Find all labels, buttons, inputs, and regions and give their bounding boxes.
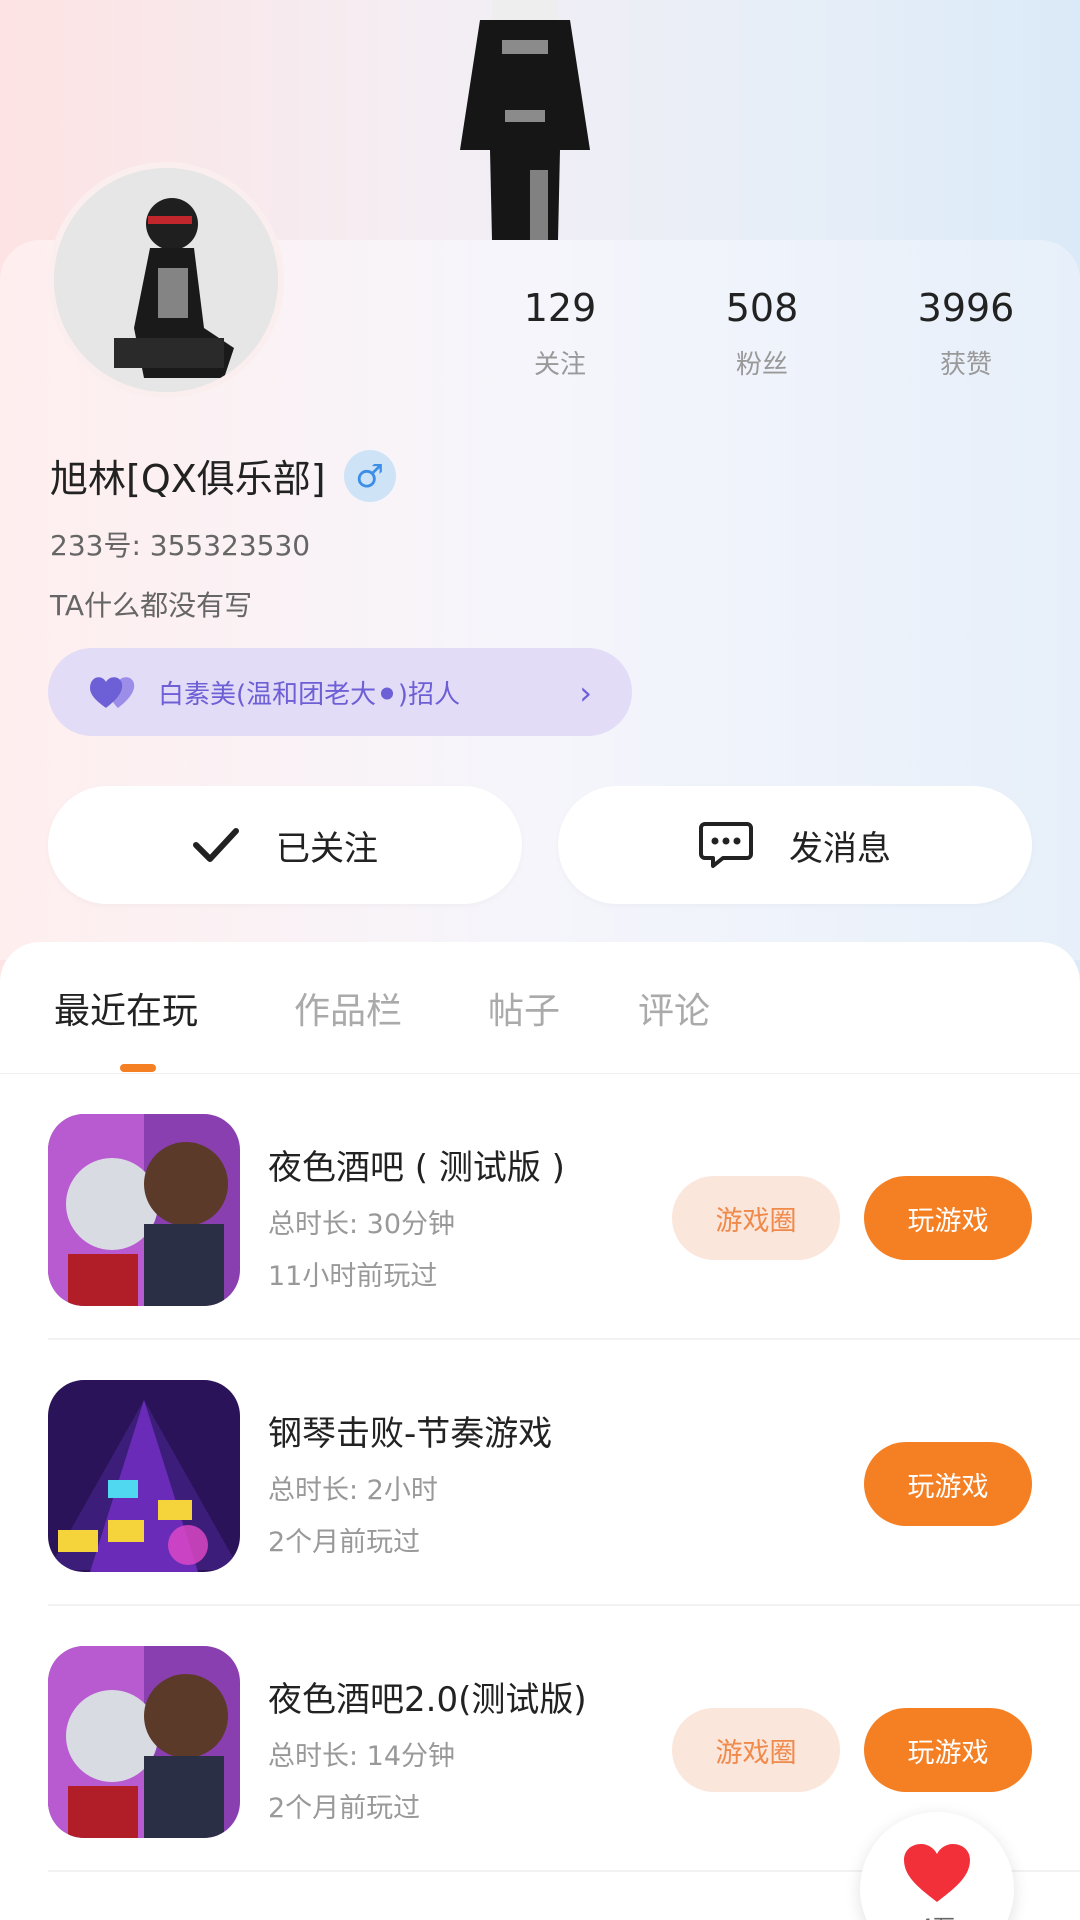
username-row: 旭林[QX俱乐部] ♂ <box>50 448 396 503</box>
game-circle-button[interactable]: 游戏圈 <box>672 1176 840 1260</box>
club-label: 白素美(温和团老大⚫)招人 <box>158 679 461 710</box>
stat-likes-value: 3996 <box>917 286 1015 330</box>
play-game-button[interactable]: 玩游戏 <box>864 1176 1032 1260</box>
stat-following-value: 129 <box>523 286 597 330</box>
tab-indicator <box>120 1064 156 1072</box>
club-banner[interactable]: 白素美(温和团老大⚫)招人 › <box>48 648 632 736</box>
username: 旭林[QX俱乐部] <box>50 457 326 501</box>
game-duration: 总时长: 30分钟 <box>268 1209 456 1240</box>
game-last-played: 2个月前玩过 <box>268 1527 421 1558</box>
hero-character-image <box>460 0 590 240</box>
game-circle-button[interactable]: 游戏圈 <box>672 1708 840 1792</box>
game-icon <box>48 1380 240 1572</box>
game-duration: 总时长: 14分钟 <box>268 1741 456 1772</box>
stat-following[interactable]: 129 关注 <box>480 286 640 381</box>
tab-posts[interactable]: 帖子 <box>488 982 560 1034</box>
followed-button[interactable]: 已关注 <box>48 786 522 904</box>
game-icon <box>48 1114 240 1306</box>
play-game-button[interactable]: 玩游戏 <box>864 1708 1032 1792</box>
chat-bubble-icon <box>699 822 753 868</box>
play-game-button[interactable]: 玩游戏 <box>864 1442 1032 1526</box>
tab-recently-played[interactable]: 最近在玩 <box>54 982 198 1034</box>
like-count: 4万 <box>919 1910 955 1920</box>
gender-badge: ♂ <box>343 449 396 502</box>
game-icon <box>48 1646 240 1838</box>
stat-following-label: 关注 <box>533 350 586 380</box>
stat-followers[interactable]: 508 粉丝 <box>682 286 842 381</box>
stat-followers-label: 粉丝 <box>735 350 788 380</box>
followed-label: 已关注 <box>276 828 378 869</box>
tab-works[interactable]: 作品栏 <box>294 982 402 1034</box>
game-row[interactable]: 钢琴击败-节奏游戏 总时长: 2小时 2个月前玩过 玩游戏 <box>0 1340 1080 1606</box>
stat-followers-value: 508 <box>725 286 799 330</box>
game-last-played: 2个月前玩过 <box>268 1793 421 1824</box>
game-name: 钢琴击败-节奏游戏 <box>268 1414 553 1454</box>
stat-likes[interactable]: 3996 获赞 <box>886 286 1046 381</box>
game-row[interactable]: 夜色酒吧 ( 测试版 ) 总时长: 30分钟 11小时前玩过 游戏圈 玩游戏 <box>0 1074 1080 1340</box>
game-last-played: 11小时前玩过 <box>268 1261 438 1292</box>
avatar-character-image <box>54 168 278 392</box>
male-icon: ♂ <box>355 456 384 495</box>
send-message-label: 发消息 <box>789 828 891 869</box>
game-name: 夜色酒吧2.0(测试版) <box>268 1680 587 1720</box>
game-name: 夜色酒吧 ( 测试版 ) <box>268 1148 565 1188</box>
game-duration: 总时长: 2小时 <box>268 1475 438 1506</box>
user-id: 233号: 355323530 <box>50 529 311 562</box>
hearts-icon <box>90 677 135 708</box>
stat-likes-label: 获赞 <box>939 350 992 380</box>
avatar[interactable] <box>48 162 284 398</box>
bio: TA什么都没有写 <box>50 589 253 622</box>
tab-comments[interactable]: 评论 <box>638 982 710 1034</box>
send-message-button[interactable]: 发消息 <box>558 786 1032 904</box>
chevron-right-icon: › <box>579 674 592 712</box>
content-panel: 最近在玩 作品栏 帖子 评论 夜色酒吧 ( 测试版 ) 总时长: 30分钟 11… <box>0 942 1080 1920</box>
check-icon <box>193 828 239 862</box>
heart-icon <box>904 1844 970 1902</box>
tab-bar: 最近在玩 作品栏 帖子 评论 <box>0 942 1080 1074</box>
